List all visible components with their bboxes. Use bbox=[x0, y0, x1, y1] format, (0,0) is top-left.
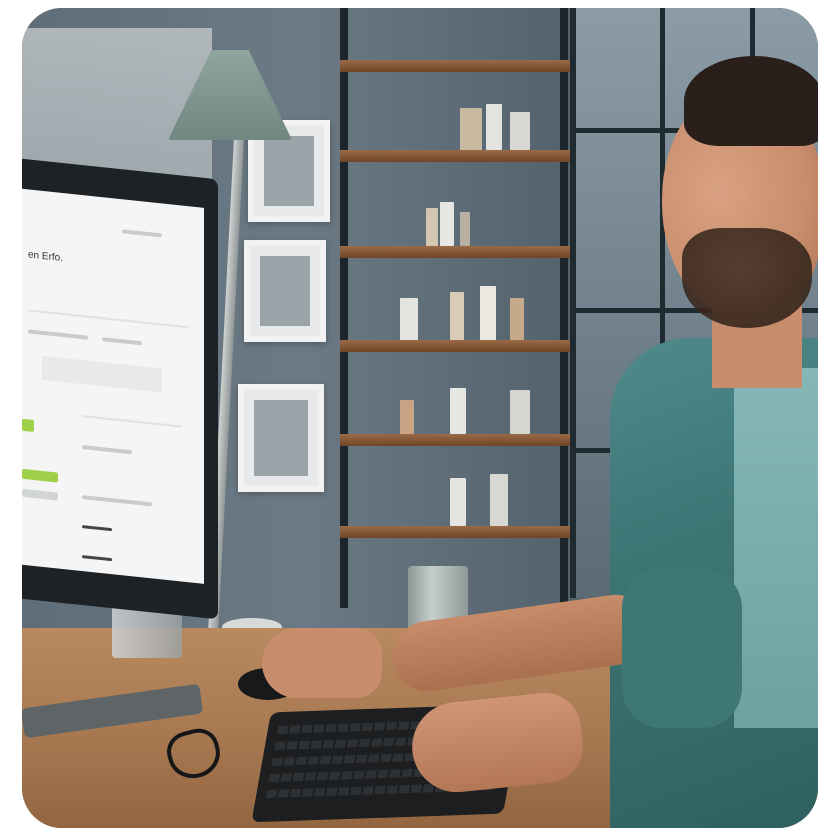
computer-monitor: en Erfo. bbox=[22, 156, 218, 620]
person-sleeve bbox=[622, 568, 742, 728]
person-beard bbox=[682, 228, 812, 328]
bookshelf bbox=[340, 8, 570, 608]
wall-picture-2 bbox=[244, 240, 326, 342]
wall-picture-3 bbox=[238, 384, 324, 492]
person-hand-on-mouse bbox=[262, 628, 382, 698]
monitor-screen: en Erfo. bbox=[22, 188, 204, 584]
person-hair bbox=[684, 56, 818, 146]
photo-frame: en Erfo. bbox=[22, 8, 818, 828]
screen-heading: en Erfo. bbox=[28, 249, 64, 265]
person-tshirt bbox=[734, 368, 818, 728]
